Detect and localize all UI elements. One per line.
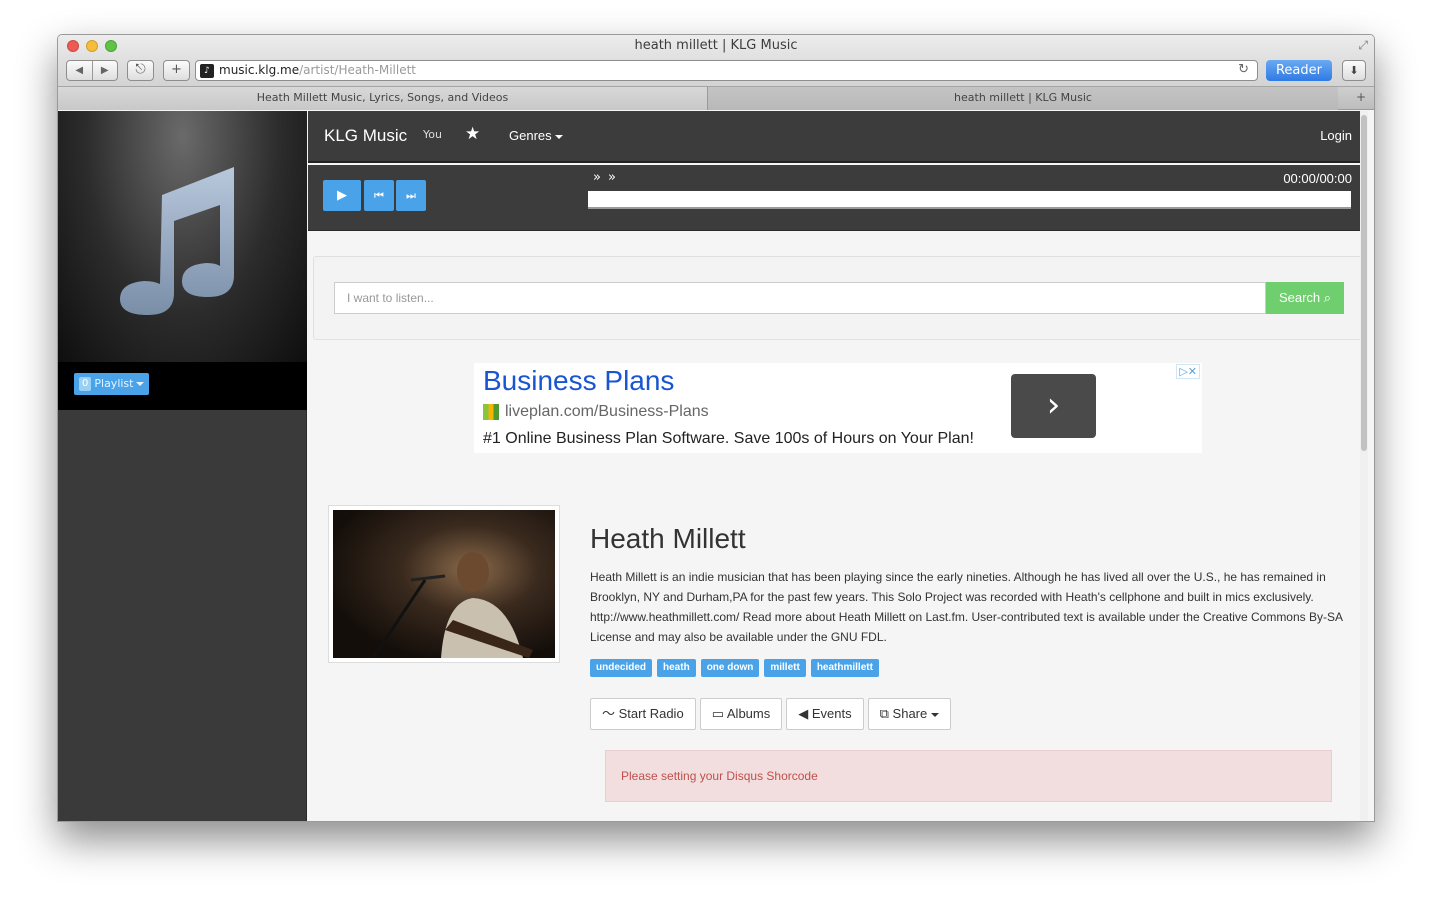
tag[interactable]: heathmillett bbox=[810, 659, 879, 677]
search-input[interactable]: I want to listen... bbox=[334, 282, 1266, 314]
previous-icon: ⏮ bbox=[374, 189, 384, 202]
add-bookmark-button[interactable]: + bbox=[163, 60, 190, 81]
scrollbar-thumb[interactable] bbox=[1361, 115, 1367, 451]
search-label: Search bbox=[1278, 290, 1321, 305]
reload-icon[interactable]: ↻ bbox=[1238, 62, 1249, 77]
youtube-icon[interactable]: You bbox=[423, 128, 442, 141]
tab-lastfm[interactable]: Heath Millett Music, Lyrics, Songs, and … bbox=[58, 87, 708, 110]
star-icon[interactable]: ★ bbox=[465, 124, 480, 144]
playlist-dropdown[interactable]: 0 Playlist bbox=[74, 373, 150, 395]
url-path: /artist/Heath-Millett bbox=[299, 63, 417, 77]
playlist-label: Playlist bbox=[94, 377, 134, 390]
search-icon: ⌕ bbox=[1323, 290, 1332, 305]
tag[interactable]: one down bbox=[700, 659, 760, 677]
artist-actions: 〜 Start Radio ▭ Albums ◀ Events ⧉ Share bbox=[590, 698, 951, 730]
search-button[interactable]: Search ⌕ bbox=[1266, 282, 1344, 314]
artist-image bbox=[333, 510, 555, 658]
performer-illustration bbox=[371, 552, 533, 658]
events-label: Events bbox=[811, 706, 852, 721]
back-forward-buttons: ◀ ▶ bbox=[66, 60, 118, 81]
audio-player: ▶ ⏮ ⏭ »» 00:00/00:00 bbox=[308, 165, 1368, 231]
albums-label: Albums bbox=[726, 706, 771, 721]
tag[interactable]: undecided bbox=[590, 659, 653, 677]
ad-url-text: liveplan.com/Business-Plans bbox=[505, 403, 709, 420]
share-square-icon: ⧉ bbox=[879, 706, 889, 721]
next-icon: ⏭ bbox=[406, 189, 416, 202]
album-cover bbox=[58, 111, 307, 362]
folder-icon: ▭ bbox=[711, 706, 724, 721]
disqus-alert: Please setting your Disqus Shorcode bbox=[605, 750, 1332, 802]
download-icon: ⬇ bbox=[1349, 64, 1359, 77]
caret-down-icon bbox=[930, 712, 939, 717]
tag-list: undecided heath one down millett heathmi… bbox=[590, 659, 879, 677]
ad-title[interactable]: Business Plans bbox=[483, 365, 674, 397]
play-button[interactable]: ▶ bbox=[323, 180, 361, 211]
albums-button[interactable]: ▭ Albums bbox=[699, 698, 783, 730]
caret-down-icon bbox=[136, 382, 145, 386]
url-text: music.klg.me/artist/Heath-Millett bbox=[219, 63, 416, 77]
plus-icon: + bbox=[171, 62, 182, 77]
genres-dropdown[interactable]: Genres bbox=[509, 128, 564, 143]
share-button[interactable]: ⎋ bbox=[127, 60, 154, 81]
genres-label: Genres bbox=[509, 128, 552, 143]
share-icon: ⎋ bbox=[135, 62, 146, 77]
scrollbar[interactable] bbox=[1360, 111, 1368, 821]
downloads-button[interactable]: ⬇ bbox=[1342, 60, 1366, 81]
liveplan-logo-icon bbox=[483, 404, 499, 420]
chevron-right-icon: › bbox=[1046, 385, 1061, 425]
tab-bar: Heath Millett Music, Lyrics, Songs, and … bbox=[58, 87, 1374, 110]
playlist-count-badge: 0 bbox=[79, 377, 92, 391]
artist-photo bbox=[328, 505, 560, 663]
music-note-icon bbox=[120, 167, 234, 315]
new-tab-icon[interactable]: + bbox=[1356, 90, 1366, 104]
address-bar[interactable]: ♪ music.klg.me/artist/Heath-Millett ↻ bbox=[195, 60, 1258, 81]
brand-link[interactable]: KLG Music bbox=[324, 126, 407, 146]
sidebar: 0 Playlist bbox=[58, 111, 307, 821]
events-button[interactable]: ◀ Events bbox=[786, 698, 864, 730]
previous-button[interactable]: ⏮ bbox=[364, 180, 394, 211]
bullhorn-icon: ◀ bbox=[798, 706, 809, 721]
ad-url[interactable]: liveplan.com/Business-Plans bbox=[483, 403, 709, 421]
search-panel: I want to listen... Search ⌕ bbox=[313, 256, 1363, 340]
next-button[interactable]: ⏭ bbox=[396, 180, 426, 211]
main-content: KLG Music You ★ Genres Login ▶ ⏮ ⏭ »» 00… bbox=[308, 111, 1368, 821]
share-label: Share bbox=[892, 706, 928, 721]
tab-klg-music[interactable]: heath millett | KLG Music bbox=[708, 87, 1338, 110]
play-icon: ▶ bbox=[337, 188, 347, 203]
page-content: 0 Playlist KLG Music You ★ Genres Login … bbox=[58, 111, 1374, 821]
adchoices-icon[interactable]: ▷✕ bbox=[1176, 364, 1200, 379]
tag[interactable]: millett bbox=[764, 659, 806, 677]
ad-description: #1 Online Business Plan Software. Save 1… bbox=[483, 430, 974, 447]
music-note-icon: ♪ bbox=[200, 64, 214, 78]
ad-arrow-button[interactable]: › bbox=[1011, 374, 1096, 438]
caret-down-icon bbox=[555, 134, 564, 139]
progress-bar[interactable] bbox=[588, 191, 1351, 209]
tag[interactable]: heath bbox=[657, 659, 696, 677]
rss-icon: 〜 bbox=[602, 706, 616, 721]
browser-window: heath millett | KLG Music ⤢ ◀ ▶ ⎋ + ♪ mu… bbox=[57, 34, 1375, 822]
back-icon[interactable]: ◀ bbox=[67, 61, 93, 80]
login-link[interactable]: Login bbox=[1320, 128, 1352, 143]
advertisement[interactable]: Business Plans liveplan.com/Business-Pla… bbox=[474, 363, 1202, 453]
url-host: music.klg.me bbox=[219, 63, 300, 77]
start-radio-button[interactable]: 〜 Start Radio bbox=[590, 698, 696, 730]
fullscreen-icon[interactable]: ⤢ bbox=[1358, 38, 1368, 53]
fast-forward-icons[interactable]: »» bbox=[593, 170, 623, 185]
forward-icon[interactable]: ▶ bbox=[93, 61, 118, 80]
share-dropdown[interactable]: ⧉ Share bbox=[867, 698, 951, 730]
artist-name: Heath Millett bbox=[590, 523, 746, 554]
time-display: 00:00/00:00 bbox=[1283, 171, 1352, 186]
window-title: heath millett | KLG Music bbox=[634, 38, 798, 53]
artist-bio: Heath Millett is an indie musician that … bbox=[590, 570, 1343, 644]
start-radio-label: Start Radio bbox=[618, 706, 684, 721]
reader-button[interactable]: Reader bbox=[1266, 60, 1332, 81]
playlist-bar: 0 Playlist bbox=[58, 362, 307, 410]
top-navbar: KLG Music You ★ Genres Login bbox=[308, 111, 1368, 163]
title-bar: heath millett | KLG Music ⤢ ◀ ▶ ⎋ + ♪ mu… bbox=[58, 35, 1374, 87]
